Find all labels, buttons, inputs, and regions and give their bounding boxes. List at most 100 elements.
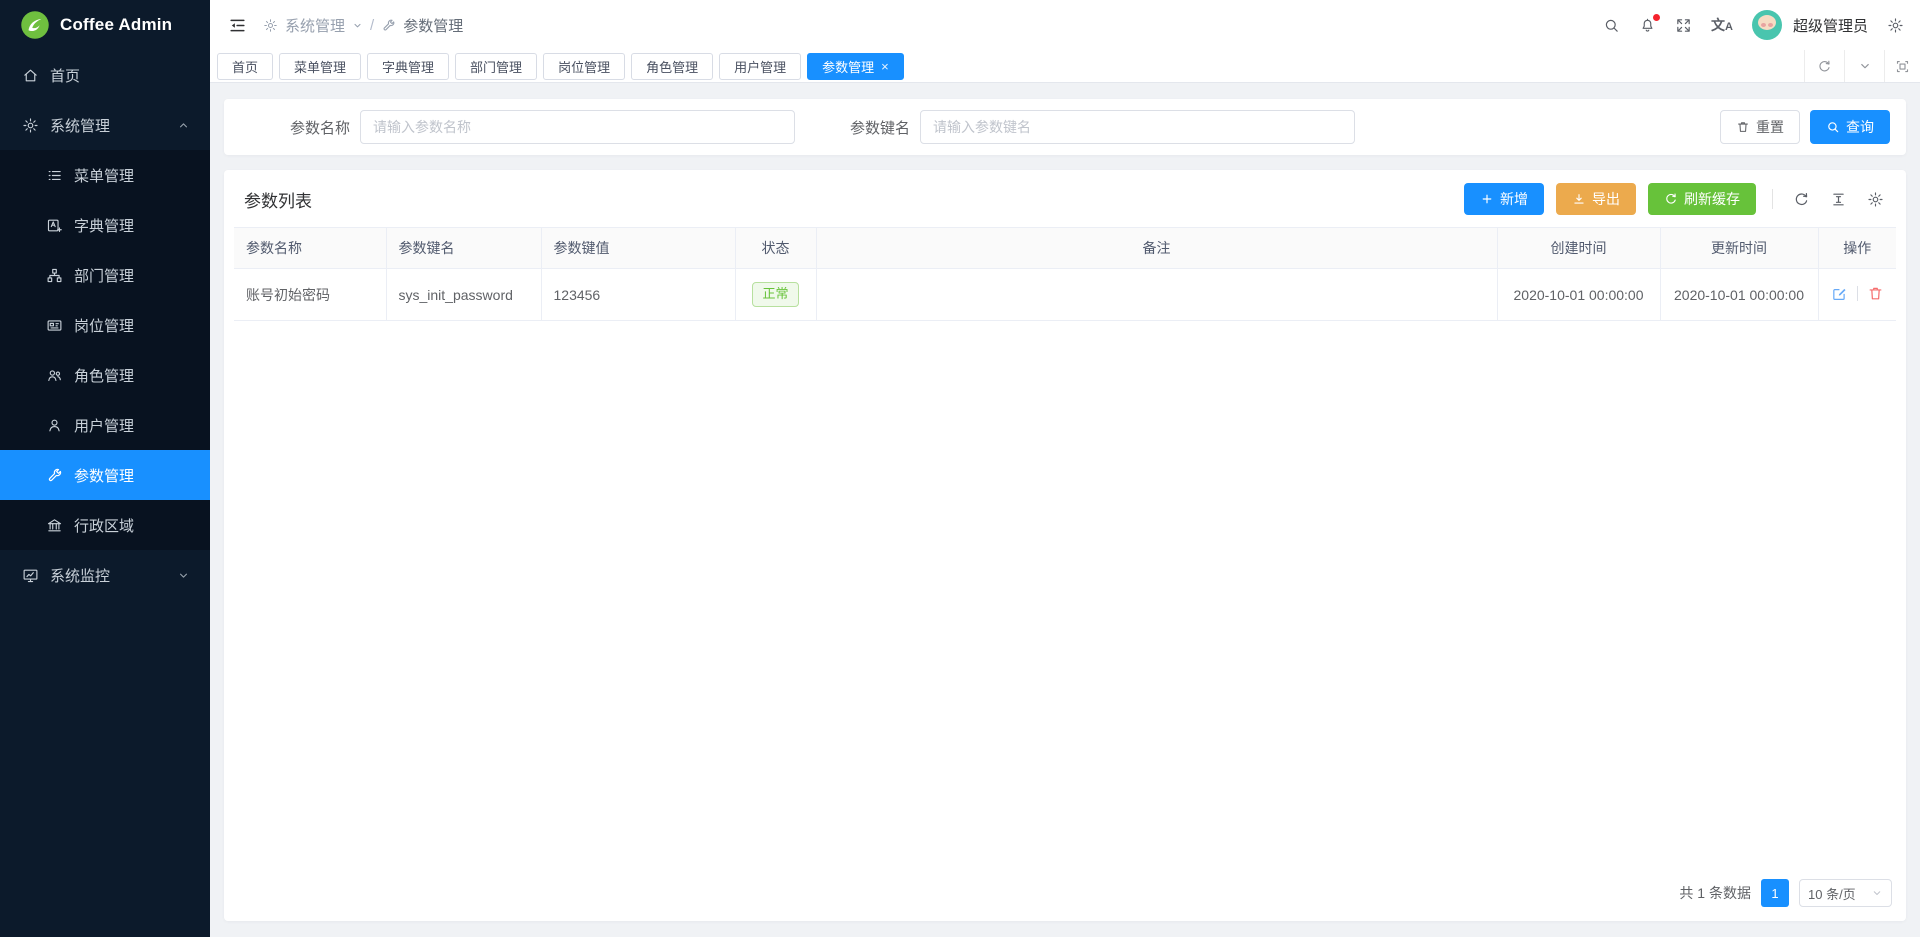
trash-icon — [1736, 120, 1750, 134]
sidebar-item-menu-mgmt[interactable]: 菜单管理 — [0, 150, 210, 200]
breadcrumb-item-system[interactable]: 系统管理 — [285, 15, 345, 36]
tab-user-mgmt[interactable]: 用户管理 — [719, 53, 801, 80]
export-button[interactable]: 导出 — [1556, 183, 1636, 215]
table-row[interactable]: 账号初始密码 sys_init_password 123456 正常 2020-… — [234, 269, 1896, 321]
wrench-icon — [381, 18, 396, 33]
sidebar-item-label: 系统管理 — [50, 115, 110, 136]
breadcrumb-item-param: 参数管理 — [403, 15, 463, 36]
search-icon[interactable] — [1603, 17, 1620, 34]
tab-home[interactable]: 首页 — [217, 53, 273, 80]
param-table: 参数名称 参数键名 参数键值 状态 备注 创建时间 更新时间 操作 账号初始密码 — [234, 227, 1896, 321]
sidebar-item-param-mgmt[interactable]: 参数管理 — [0, 450, 210, 500]
sidebar-item-region-mgmt[interactable]: 行政区域 — [0, 500, 210, 550]
table-refresh-icon[interactable] — [1789, 191, 1814, 208]
chevron-down-icon — [177, 569, 190, 582]
chevron-up-icon — [177, 119, 190, 132]
cell-param-name: 账号初始密码 — [234, 269, 386, 321]
tabs-refresh-icon[interactable] — [1804, 50, 1844, 82]
param-key-input[interactable] — [920, 110, 1355, 144]
chevron-down-icon[interactable] — [352, 20, 363, 31]
sidebar-item-label: 岗位管理 — [74, 315, 134, 336]
gear-icon — [22, 117, 39, 134]
search-form-actions: 重置 查询 — [1720, 110, 1890, 144]
tab-menu-mgmt[interactable]: 菜单管理 — [279, 53, 361, 80]
roles-icon — [46, 367, 63, 384]
sidebar: Coffee Admin 首页 系统管理 — [0, 0, 210, 937]
refresh-cache-button[interactable]: 刷新缓存 — [1648, 183, 1756, 215]
top-header: 系统管理 / 参数管理 — [210, 0, 1920, 50]
sidebar-item-dept-mgmt[interactable]: 部门管理 — [0, 250, 210, 300]
sidebar-item-label: 部门管理 — [74, 265, 134, 286]
sidebar-item-user-mgmt[interactable]: 用户管理 — [0, 400, 210, 450]
sidebar-item-home[interactable]: 首页 — [0, 50, 210, 100]
tab-dict-mgmt[interactable]: 字典管理 — [367, 53, 449, 80]
collapse-menu-icon — [228, 16, 247, 35]
tab-close-icon[interactable]: × — [881, 60, 889, 73]
user-name[interactable]: 超级管理员 — [1793, 15, 1868, 36]
status-badge: 正常 — [752, 282, 798, 307]
sidebar-item-monitor[interactable]: 系统监控 — [0, 550, 210, 600]
tab-role-mgmt[interactable]: 角色管理 — [631, 53, 713, 80]
tab-post-mgmt[interactable]: 岗位管理 — [543, 53, 625, 80]
add-button[interactable]: 新增 — [1464, 183, 1544, 215]
reset-button[interactable]: 重置 — [1720, 110, 1800, 144]
param-key-label: 参数键名 — [850, 117, 910, 138]
cell-updated-time: 2020-10-01 00:00:00 — [1660, 269, 1818, 321]
sidebar-item-label: 角色管理 — [74, 365, 134, 386]
search-button[interactable]: 查询 — [1810, 110, 1890, 144]
leaf-logo-icon — [20, 10, 50, 40]
cell-actions — [1818, 269, 1896, 321]
app-title: Coffee Admin — [60, 15, 172, 35]
sidebar-submenu-system: 菜单管理 字典管理 部门管理 — [0, 150, 210, 550]
sidebar-item-system-mgmt[interactable]: 系统管理 — [0, 100, 210, 150]
sidebar-item-label: 首页 — [50, 65, 80, 86]
table-settings-gear-icon[interactable] — [1863, 191, 1888, 208]
pagination-total: 共 1 条数据 — [1679, 883, 1751, 903]
edit-icon[interactable] — [1831, 285, 1848, 302]
param-name-input[interactable] — [360, 110, 795, 144]
app-logo[interactable]: Coffee Admin — [0, 0, 210, 50]
card-title: 参数列表 — [244, 187, 312, 212]
home-icon — [22, 67, 39, 84]
table-density-icon[interactable] — [1826, 191, 1851, 208]
card-header: 参数列表 新增 导出 — [234, 170, 1896, 227]
tab-param-mgmt[interactable]: 参数管理 × — [807, 53, 904, 80]
delete-icon[interactable] — [1867, 285, 1884, 302]
tabs-dropdown-chevron-icon[interactable] — [1844, 50, 1884, 82]
main-area: 系统管理 / 参数管理 — [210, 0, 1920, 937]
breadcrumb-separator: / — [370, 17, 374, 34]
cell-created-time: 2020-10-01 00:00:00 — [1497, 269, 1660, 321]
search-form-panel: 参数名称 参数键名 重置 — [224, 99, 1906, 155]
page-size-select[interactable]: 10 条/页 — [1799, 879, 1892, 907]
col-header-name: 参数名称 — [234, 228, 386, 269]
sidebar-item-label: 参数管理 — [74, 465, 134, 486]
col-header-status: 状态 — [735, 228, 816, 269]
col-header-key: 参数键名 — [386, 228, 541, 269]
sidebar-item-label: 用户管理 — [74, 415, 134, 436]
page-content: 参数名称 参数键名 重置 — [210, 83, 1920, 937]
translate-icon[interactable]: 文A — [1711, 18, 1733, 33]
notification-badge-dot — [1653, 14, 1660, 21]
cell-remark — [816, 269, 1497, 321]
param-name-label: 参数名称 — [290, 117, 350, 138]
tab-dept-mgmt[interactable]: 部门管理 — [455, 53, 537, 80]
sidebar-item-post-mgmt[interactable]: 岗位管理 — [0, 300, 210, 350]
layout-maximize-icon[interactable] — [1884, 50, 1920, 82]
pagination: 共 1 条数据 1 10 条/页 — [234, 867, 1896, 911]
sidebar-item-dict-mgmt[interactable]: 字典管理 — [0, 200, 210, 250]
org-tree-icon — [46, 267, 63, 284]
list-icon — [46, 167, 63, 184]
pagination-page-1[interactable]: 1 — [1761, 879, 1789, 907]
cell-status: 正常 — [735, 269, 816, 321]
sidebar-collapse-button[interactable] — [228, 16, 247, 35]
notification-bell-icon[interactable] — [1639, 17, 1656, 34]
sidebar-item-label: 系统监控 — [50, 565, 110, 586]
bank-icon — [46, 517, 63, 534]
sidebar-item-label: 行政区域 — [74, 515, 134, 536]
search-icon — [1826, 120, 1840, 134]
fullscreen-icon[interactable] — [1675, 17, 1692, 34]
sidebar-item-role-mgmt[interactable]: 角色管理 — [0, 350, 210, 400]
settings-gear-icon[interactable] — [1887, 17, 1904, 34]
user-avatar[interactable] — [1752, 10, 1782, 40]
col-header-updated: 更新时间 — [1660, 228, 1818, 269]
